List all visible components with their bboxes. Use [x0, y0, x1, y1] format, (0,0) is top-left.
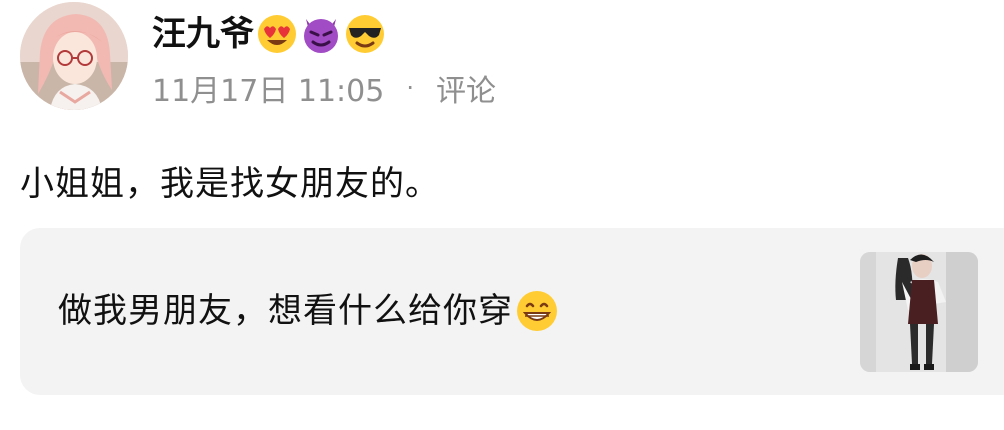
heart-eyes-emoji-icon: [258, 15, 296, 53]
photo-thumbnail[interactable]: [860, 252, 978, 372]
grinning-emoji-icon: [517, 291, 557, 331]
quoted-message: 做我男朋友，想看什么给你穿: [58, 286, 559, 336]
post-timestamp: 11月17日 11:05: [152, 74, 385, 109]
avatar[interactable]: [20, 2, 128, 110]
comment-post: 汪九爷 11月17日 11:05 · 评论 小姐姐，我是找女朋友的。 做我男朋友…: [0, 0, 1004, 430]
author-row: 汪九爷: [152, 8, 386, 60]
username[interactable]: 汪九爷: [152, 8, 254, 60]
comment-link[interactable]: 评论: [436, 66, 496, 110]
post-body: 小姐姐，我是找女朋友的。: [20, 164, 440, 204]
quoted-message-text: 做我男朋友，想看什么给你穿: [58, 291, 513, 331]
meta-separator: ·: [406, 74, 414, 102]
quoted-message-card[interactable]: 做我男朋友，想看什么给你穿: [20, 228, 1004, 395]
post-meta: 11月17日 11:05 · 评论: [152, 66, 496, 110]
sunglasses-emoji-icon: [346, 15, 384, 53]
smiling-devil-emoji-icon: [304, 19, 338, 53]
